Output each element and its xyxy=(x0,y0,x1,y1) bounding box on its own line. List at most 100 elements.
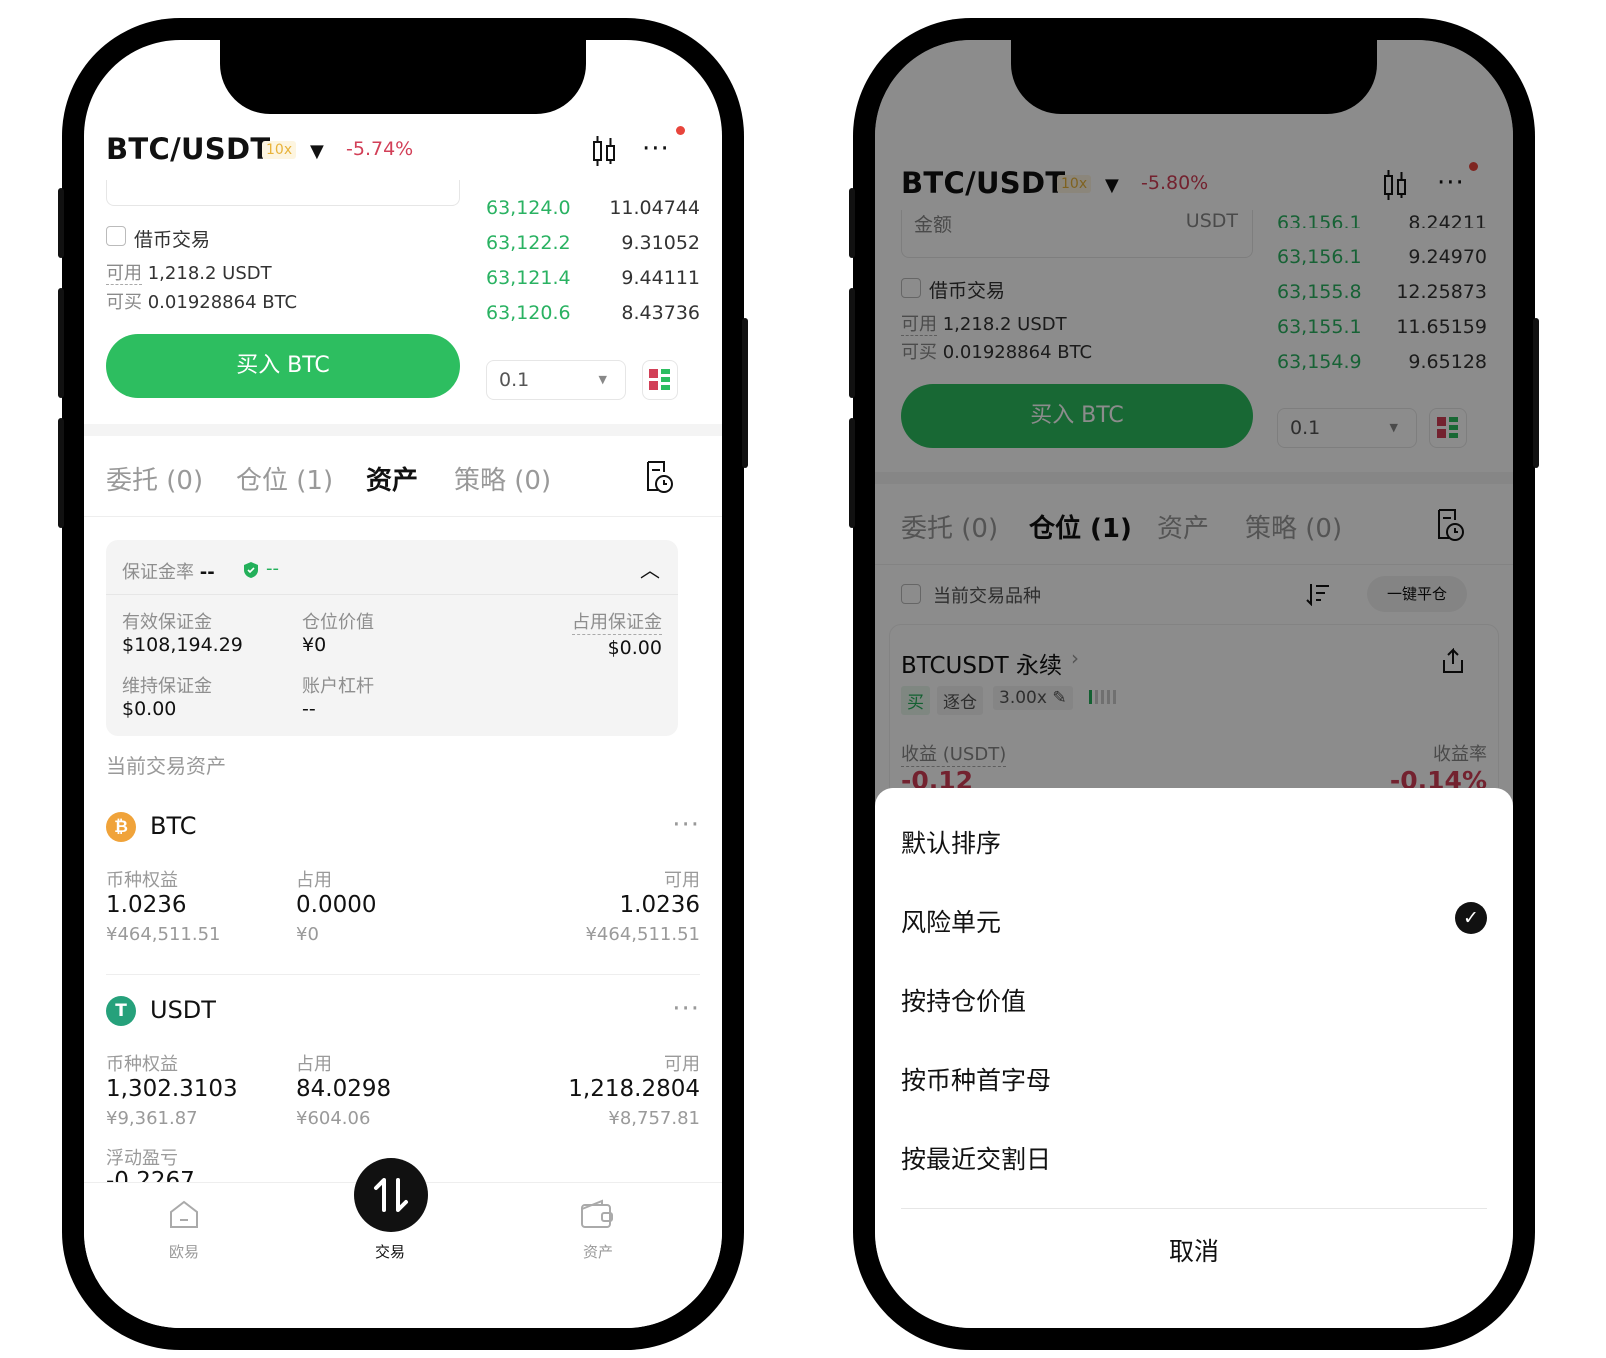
candlestick-chart-icon[interactable] xyxy=(590,134,618,168)
used-value: 84.0298 xyxy=(296,1076,392,1102)
avail-label: 可用 xyxy=(664,870,700,891)
avail-value: 1.0236 xyxy=(619,892,700,918)
wallet-icon[interactable] xyxy=(580,1199,616,1229)
sort-option-position-value[interactable]: 按持仓价值 xyxy=(901,982,1026,1018)
tab-assets[interactable]: 资产 xyxy=(366,460,418,497)
asset-more-icon[interactable]: ··· xyxy=(672,810,700,840)
occupied-margin-value: $0.00 xyxy=(607,637,662,659)
trade-fab-button[interactable] xyxy=(354,1158,428,1232)
divider xyxy=(84,424,722,436)
cancel-button[interactable]: 取消 xyxy=(875,1232,1513,1268)
equity-label: 币种权益 xyxy=(106,870,178,891)
orderbook-price[interactable]: 63,124.0 xyxy=(486,197,571,219)
margin-card: 保证金率 -- -- ︿ 有效保证金 $108,194.29 仓位价值 ¥0 占… xyxy=(106,540,678,736)
leverage-badge: 10x xyxy=(262,141,297,159)
volume-down-button xyxy=(849,418,855,528)
equity-cny: ¥9,361.87 xyxy=(106,1108,198,1129)
available-label: 可用 xyxy=(106,263,142,285)
maintenance-margin-value: $0.00 xyxy=(122,698,177,720)
shield-value: -- xyxy=(266,558,279,579)
equity-value: 1.0236 xyxy=(106,892,187,918)
asset-symbol: USDT xyxy=(150,996,216,1024)
mute-switch xyxy=(58,188,64,258)
effective-margin-value: $108,194.29 xyxy=(122,634,243,656)
layout-toggle[interactable] xyxy=(642,360,678,400)
orderbook-layout-icon xyxy=(649,369,670,390)
divider xyxy=(901,1208,1487,1209)
equity-cny: ¥464,511.51 xyxy=(106,924,221,945)
used-cny: ¥604.06 xyxy=(296,1108,371,1129)
equity-value: 1,302.3103 xyxy=(106,1076,238,1102)
nav-home-label[interactable]: 欧易 xyxy=(154,1241,214,1262)
position-value-value: ¥0 xyxy=(302,634,327,656)
sort-option-default[interactable]: 默认排序 xyxy=(901,824,1001,860)
screen-left: BTC/USDT 10x ▼ -5.74% ··· 63,124.0 11.04… xyxy=(84,40,722,1328)
history-icon[interactable] xyxy=(644,460,674,494)
volume-up-button xyxy=(58,288,64,398)
shield-icon xyxy=(244,562,258,578)
volume-up-button xyxy=(849,288,855,398)
used-label: 占用 xyxy=(296,870,332,891)
volume-down-button xyxy=(58,418,64,528)
check-icon: ✓ xyxy=(1455,902,1487,934)
tab-strategies[interactable]: 策略 (0) xyxy=(454,460,551,497)
nav-assets-label[interactable]: 资产 xyxy=(568,1241,628,1262)
home-icon[interactable] xyxy=(168,1199,200,1229)
position-value-label: 仓位价值 xyxy=(302,612,374,633)
buy-btc-button[interactable]: 买入 BTC xyxy=(106,334,460,398)
amount-input[interactable] xyxy=(106,180,460,206)
divider xyxy=(84,516,722,517)
swap-icon xyxy=(374,1178,408,1212)
notification-dot xyxy=(676,126,685,135)
sort-option-delivery-date[interactable]: 按最近交割日 xyxy=(901,1140,1051,1176)
orderbook-qty: 9.31052 xyxy=(621,232,700,254)
more-icon[interactable]: ··· xyxy=(642,134,670,164)
margin-trade-label: 借币交易 xyxy=(134,229,211,251)
used-cny: ¥0 xyxy=(296,924,319,945)
margin-ratio-value: -- xyxy=(199,562,215,583)
orderbook-price[interactable]: 63,121.4 xyxy=(486,267,571,289)
btc-coin-icon: ₿ xyxy=(106,812,136,842)
divider xyxy=(106,974,700,975)
avail-cny: ¥464,511.51 xyxy=(585,924,700,945)
notch xyxy=(1011,36,1377,114)
divider xyxy=(106,594,678,595)
power-button xyxy=(1533,318,1539,468)
avail-value: 1,218.2804 xyxy=(568,1076,700,1102)
sort-option-risk-unit[interactable]: 风险单元 xyxy=(901,903,1001,939)
orderbook-qty: 9.44111 xyxy=(621,267,700,289)
pair-dropdown-icon[interactable]: ▼ xyxy=(310,141,324,162)
can-buy-label: 可买 xyxy=(106,292,142,313)
asset-more-icon[interactable]: ··· xyxy=(672,994,700,1024)
usdt-coin-icon: T xyxy=(106,996,136,1026)
tab-orders[interactable]: 委托 (0) xyxy=(106,460,203,497)
tab-positions[interactable]: 仓位 (1) xyxy=(236,460,333,497)
can-buy-value: 0.01928864 BTC xyxy=(147,292,298,313)
sort-option-alphabetical[interactable]: 按币种首字母 xyxy=(901,1061,1051,1097)
depth-select[interactable]: 0.1 ▼ xyxy=(486,360,626,400)
orderbook-qty: 8.43736 xyxy=(621,302,700,324)
equity-label: 币种权益 xyxy=(106,1054,178,1075)
effective-margin-label: 有效保证金 xyxy=(122,612,212,633)
used-value: 0.0000 xyxy=(296,892,377,918)
orderbook-price[interactable]: 63,120.6 xyxy=(486,302,571,324)
used-label: 占用 xyxy=(296,1054,332,1075)
power-button xyxy=(742,318,748,468)
sort-sheet: 默认排序 风险单元 ✓ 按持仓价值 按币种首字母 按最近交割日 取消 xyxy=(875,788,1513,1328)
orderbook-price[interactable]: 63,122.2 xyxy=(486,232,571,254)
nav-trade-label[interactable]: 交易 xyxy=(360,1241,420,1262)
margin-ratio-label: 保证金率 xyxy=(122,562,194,583)
phone-frame-right: BTC/USDT 10x ▼ -5.80% ··· 金额 USDT 63,156… xyxy=(849,18,1539,1350)
screen-right: BTC/USDT 10x ▼ -5.80% ··· 金额 USDT 63,156… xyxy=(875,40,1513,1328)
avail-label: 可用 xyxy=(664,1054,700,1075)
pair-title[interactable]: BTC/USDT xyxy=(106,132,270,166)
mute-switch xyxy=(849,188,855,258)
collapse-chevron-icon[interactable]: ︿ xyxy=(640,554,660,583)
avail-cny: ¥8,757.81 xyxy=(608,1108,700,1129)
notch xyxy=(220,36,586,114)
price-change: -5.74% xyxy=(346,138,414,160)
margin-trade-checkbox[interactable] xyxy=(106,226,126,246)
occupied-margin-label: 占用保证金 xyxy=(572,608,662,635)
phone-frame-left: BTC/USDT 10x ▼ -5.74% ··· 63,124.0 11.04… xyxy=(58,18,748,1350)
section-title: 当前交易资产 xyxy=(106,754,226,778)
